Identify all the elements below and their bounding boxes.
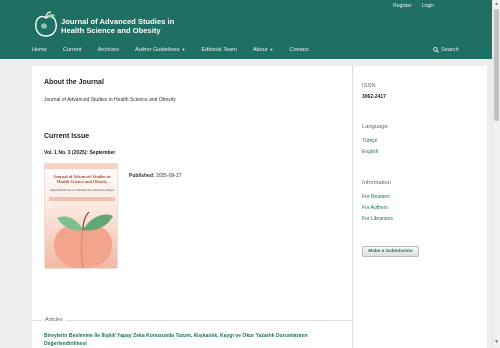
nav-current[interactable]: Current <box>63 47 82 53</box>
login-link[interactable]: Login <box>422 3 434 9</box>
scroll-up-arrow-icon[interactable]: ▲ <box>494 1 499 7</box>
page-content: About the Journal Journal of Advanced St… <box>32 66 487 348</box>
site-title-line-2: Health Science and Obesity <box>61 26 161 35</box>
nav-author-guidelines-label: Author Guidelines <box>135 47 180 53</box>
for-readers-link[interactable]: For Readers <box>362 194 390 200</box>
main-column: About the Journal Journal of Advanced St… <box>32 66 351 348</box>
search-link[interactable]: Search <box>433 47 459 53</box>
information-heading: Information <box>362 180 391 186</box>
scrollbar-thumb[interactable] <box>494 9 499 121</box>
about-text: Journal of Advanced Studies in Health Sc… <box>44 97 176 103</box>
chevron-down-icon: ▼ <box>269 47 274 52</box>
chevron-down-icon: ▼ <box>181 47 186 52</box>
published-label: Published: <box>129 173 155 179</box>
site-header: Register Login Journal of Advanced Studi… <box>0 0 492 59</box>
article-title-link[interactable]: Bireylerin Beslenme İle İlişkili Yapay Z… <box>44 332 344 348</box>
sidebar: ISSN 3062-2417 Language Türkçe English I… <box>352 66 488 348</box>
language-turkish-link[interactable]: Türkçe <box>362 138 377 144</box>
search-label: Search <box>441 47 459 53</box>
nav-editorial-team[interactable]: Editorial Team <box>201 47 236 53</box>
issn-heading: ISSN <box>362 83 376 89</box>
main-nav: Home Current Archives Author Guidelines ▼… <box>32 47 325 53</box>
issue-cover-image[interactable]: Journal of Advanced Studies in Health Sc… <box>44 163 118 269</box>
site-title-line-1: Journal of Advanced Studies in <box>61 17 175 26</box>
nav-archives[interactable]: Archives <box>98 47 119 53</box>
published-info: Published: 2025-09-27 <box>129 173 182 179</box>
cover-subtitle: Sağlık Bilimlerinde ve Obezitede İleri Ç… <box>49 189 115 192</box>
current-issue-heading: Current Issue <box>44 133 90 140</box>
articles-label: Articles <box>42 317 66 323</box>
scroll-down-arrow-icon[interactable]: ▼ <box>494 339 499 345</box>
language-english-link[interactable]: English <box>362 149 378 155</box>
published-date: 2025-09-27 <box>155 173 182 179</box>
for-authors-link[interactable]: For Authors <box>362 205 388 211</box>
site-title[interactable]: Journal of Advanced Studies in Health Sc… <box>61 17 174 35</box>
about-heading: About the Journal <box>44 79 104 86</box>
cover-info-band <box>49 197 115 201</box>
nav-home[interactable]: Home <box>32 47 47 53</box>
register-link[interactable]: Register <box>393 3 412 9</box>
make-submission-button[interactable]: Make a Submission <box>362 246 419 257</box>
nav-contact[interactable]: Contact <box>289 47 308 53</box>
user-nav: Register Login <box>393 3 434 9</box>
peach-illustration-icon <box>53 211 113 268</box>
issue-title[interactable]: Vol. 1 No. 3 (2025): September <box>44 150 115 156</box>
nav-author-guidelines[interactable]: Author Guidelines ▼ <box>135 47 185 53</box>
journal-logo-icon[interactable] <box>33 11 59 39</box>
cover-top-band <box>45 164 117 169</box>
vertical-scrollbar[interactable]: ▲ ▼ <box>492 0 500 348</box>
search-icon <box>433 47 439 53</box>
nav-about-label: About <box>252 47 268 53</box>
articles-divider <box>32 320 351 321</box>
for-librarians-link[interactable]: For Librarians <box>362 216 393 222</box>
cover-title: Journal of Advanced Studies in Health Sc… <box>53 174 111 184</box>
issn-value: 3062-2417 <box>362 94 386 100</box>
nav-about[interactable]: About ▼ <box>253 47 274 53</box>
language-heading: Language <box>362 124 388 130</box>
